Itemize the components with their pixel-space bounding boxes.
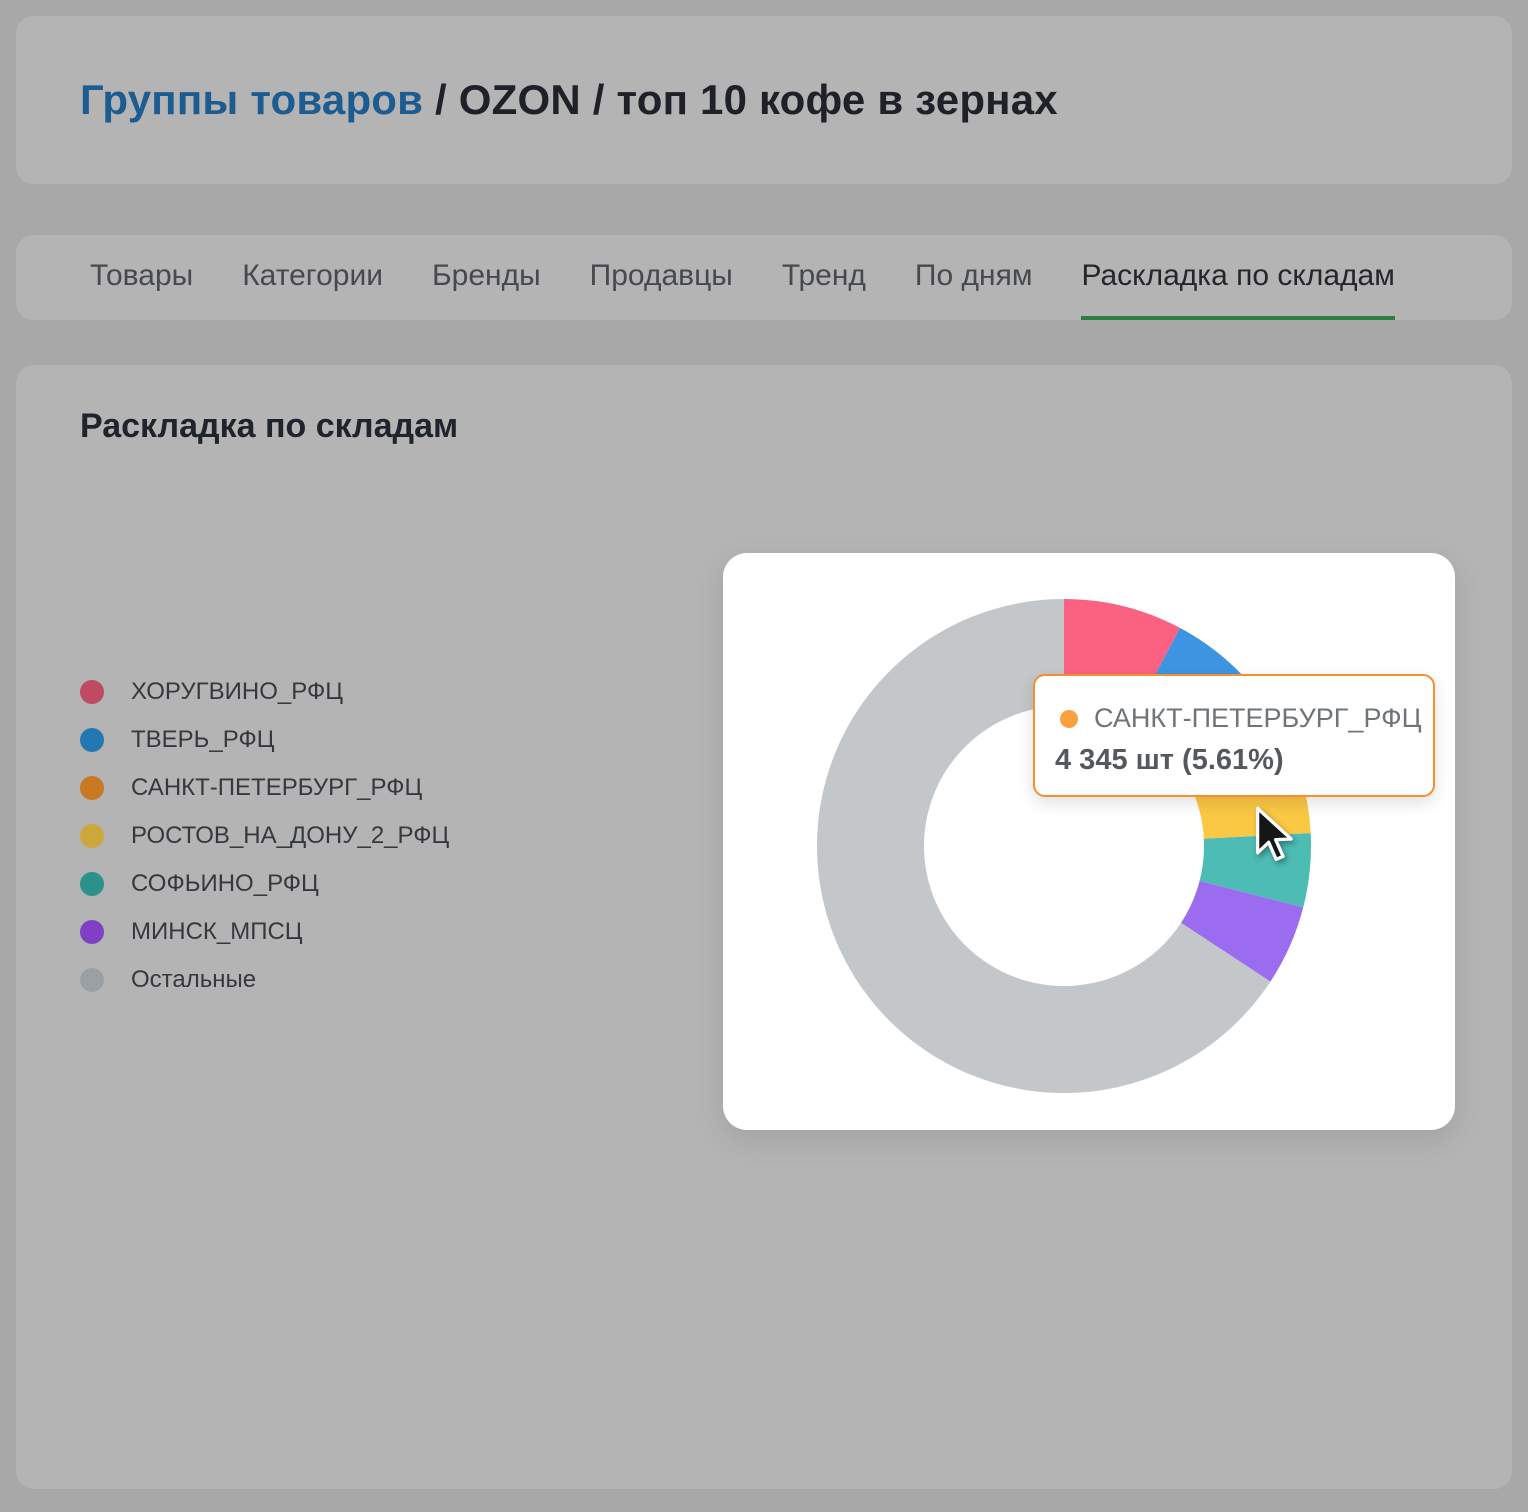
legend-item[interactable]: Остальные — [80, 956, 449, 1004]
breadcrumb-link-product-groups[interactable]: Группы товаров — [80, 76, 423, 124]
legend-dot-icon — [80, 776, 104, 800]
legend-dot-icon — [80, 872, 104, 896]
tab-brands[interactable]: Бренды — [432, 235, 541, 320]
tab-categories[interactable]: Категории — [242, 235, 383, 320]
legend-item[interactable]: ХОРУГВИНО_РФЦ — [80, 668, 449, 716]
legend-label: ХОРУГВИНО_РФЦ — [131, 678, 343, 706]
donut-chart — [723, 553, 1455, 1130]
legend-dot-icon — [80, 680, 104, 704]
chart-tooltip: САНКТ-ПЕТЕРБУРГ_РФЦ 4 345 шт (5.61%) — [1033, 674, 1435, 797]
legend-item[interactable]: СОФЬИНО_РФЦ — [80, 860, 449, 908]
legend-label: РОСТОВ_НА_ДОНУ_2_РФЦ — [131, 822, 449, 850]
legend-label: МИНСК_МПСЦ — [131, 918, 303, 946]
tab-trend[interactable]: Тренд — [782, 235, 866, 320]
chart-legend: ХОРУГВИНО_РФЦ ТВЕРЬ_РФЦ САНКТ-ПЕТЕРБУРГ_… — [80, 668, 449, 1004]
tooltip-series-dot-icon — [1060, 710, 1078, 728]
tab-products[interactable]: Товары — [90, 235, 193, 320]
warehouse-layout-section: Раскладка по складам ХОРУГВИНО_РФЦ ТВЕРЬ… — [16, 365, 1512, 1489]
tooltip-value: 4 345 шт (5.61%) — [1055, 744, 1284, 777]
legend-item[interactable]: РОСТОВ_НА_ДОНУ_2_РФЦ — [80, 812, 449, 860]
legend-dot-icon — [80, 920, 104, 944]
breadcrumb: Группы товаров / OZON / топ 10 кофе в зе… — [80, 16, 1058, 184]
legend-dot-icon — [80, 824, 104, 848]
tab-sellers[interactable]: Продавцы — [590, 235, 733, 320]
legend-item[interactable]: МИНСК_МПСЦ — [80, 908, 449, 956]
tooltip-series-label: САНКТ-ПЕТЕРБУРГ_РФЦ — [1094, 703, 1422, 734]
section-title: Раскладка по складам — [80, 407, 458, 446]
legend-label: СОФЬИНО_РФЦ — [131, 870, 319, 898]
tab-by-days[interactable]: По дням — [915, 235, 1033, 320]
legend-item[interactable]: САНКТ-ПЕТЕРБУРГ_РФЦ — [80, 764, 449, 812]
tabs: Товары Категории Бренды Продавцы Тренд П… — [90, 235, 1395, 320]
breadcrumb-path: / OZON / топ 10 кофе в зернах — [423, 76, 1058, 124]
legend-label: ТВЕРЬ_РФЦ — [131, 726, 275, 754]
donut-chart-card — [723, 553, 1455, 1130]
legend-dot-icon — [80, 968, 104, 992]
tabs-bar: Товары Категории Бренды Продавцы Тренд П… — [16, 235, 1512, 320]
legend-label: САНКТ-ПЕТЕРБУРГ_РФЦ — [131, 774, 422, 802]
legend-item[interactable]: ТВЕРЬ_РФЦ — [80, 716, 449, 764]
tab-warehouse-layout[interactable]: Раскладка по складам — [1081, 235, 1394, 320]
legend-label: Остальные — [131, 966, 256, 994]
breadcrumb-panel: Группы товаров / OZON / топ 10 кофе в зе… — [16, 16, 1512, 184]
legend-dot-icon — [80, 728, 104, 752]
